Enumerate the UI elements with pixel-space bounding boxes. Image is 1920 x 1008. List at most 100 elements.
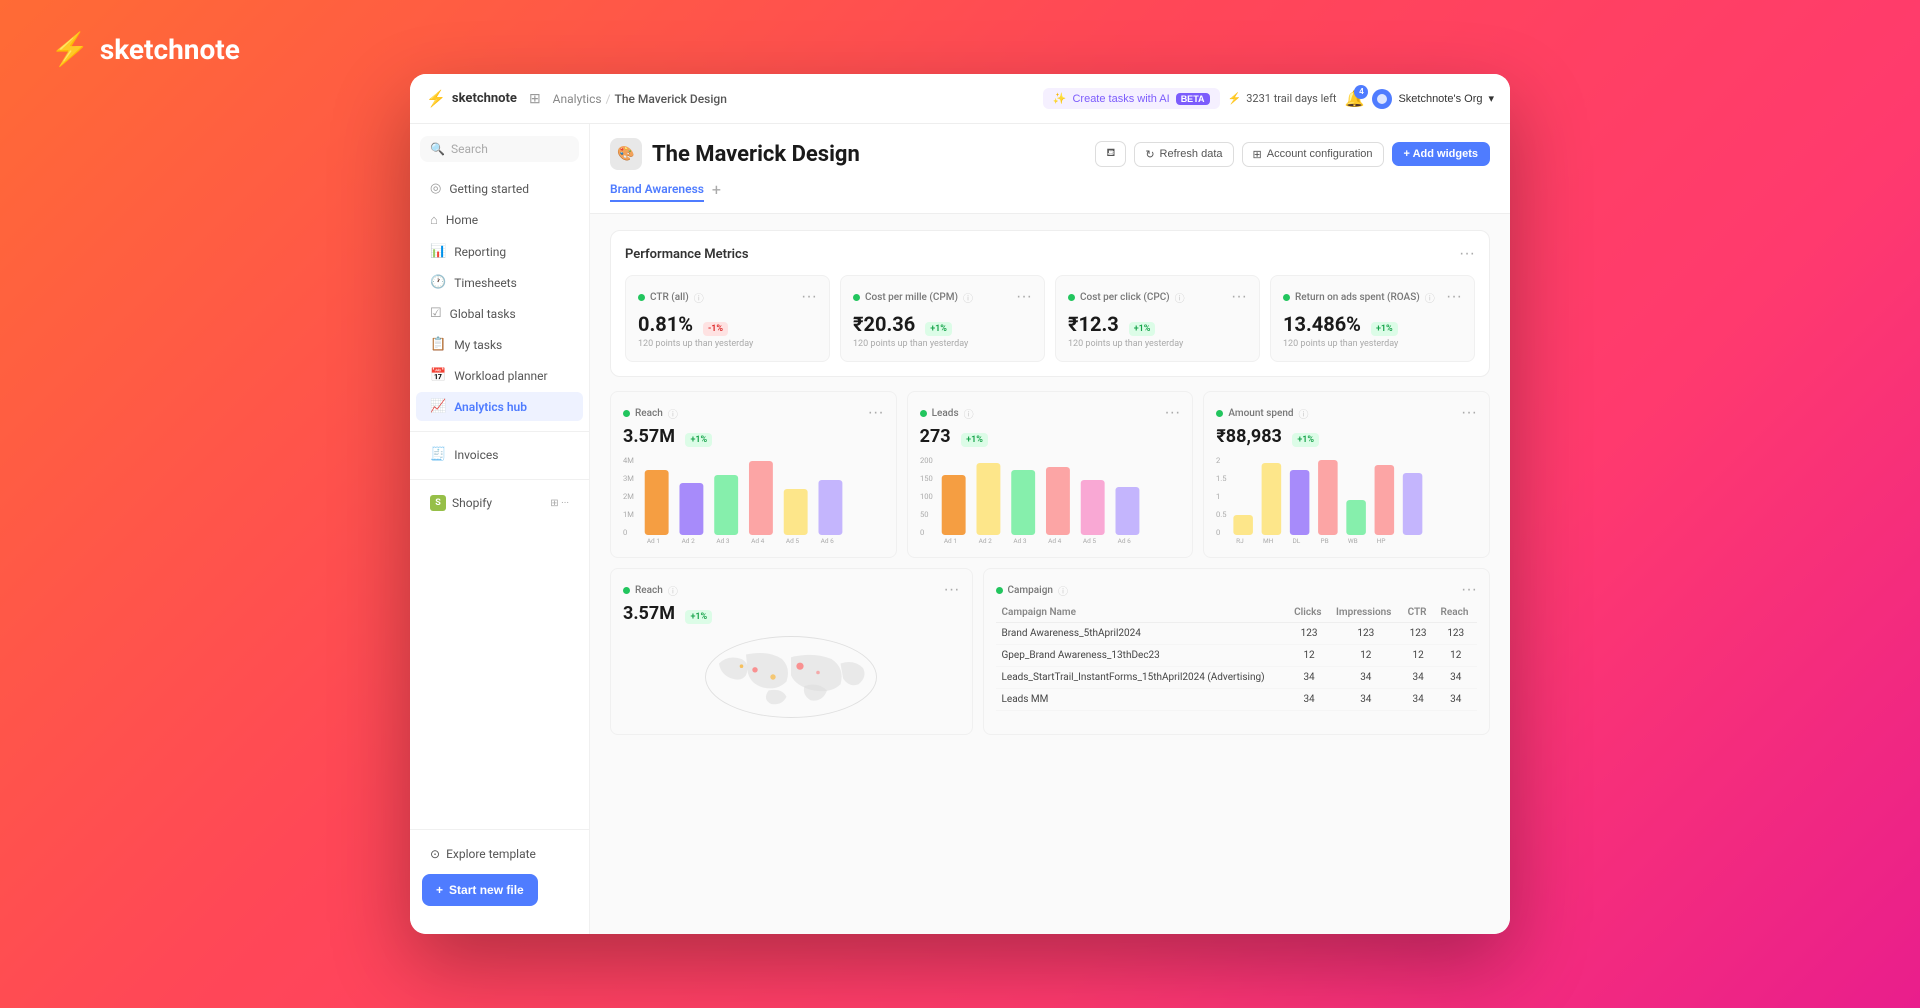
campaign-name-1: Gpep_Brand Awareness_13thDec23: [996, 645, 1289, 667]
refresh-data-button[interactable]: ↻ Refresh data: [1134, 142, 1233, 167]
metric-more-btn-2[interactable]: ···: [1231, 288, 1247, 306]
svg-text:Ad 1: Ad 1: [647, 537, 660, 545]
search-placeholder: Search: [451, 142, 488, 156]
metric-name-2: Cost per click (CPC): [1080, 292, 1170, 303]
svg-text:WB: WB: [1348, 537, 1358, 545]
my-tasks-label: My tasks: [454, 338, 502, 352]
svg-text:Ad 5: Ad 5: [1083, 537, 1097, 545]
tab-row: Brand Awareness +: [610, 180, 1490, 203]
explore-template-button[interactable]: ⊙ Explore template: [416, 840, 583, 868]
reach-more-button[interactable]: ···: [868, 404, 884, 422]
campaign-reach-1: 12: [1435, 645, 1477, 667]
notification-button[interactable]: 🔔 4: [1345, 89, 1365, 109]
campaign-more-button[interactable]: ···: [1461, 581, 1477, 599]
metric-more-btn-3[interactable]: ···: [1446, 288, 1462, 306]
refresh-label: Refresh data: [1160, 148, 1223, 160]
sidebar-item-workload-planner[interactable]: 📅 Workload planner: [416, 361, 583, 390]
create-tasks-label: Create tasks with AI: [1072, 93, 1169, 105]
org-avatar: [1372, 89, 1392, 109]
start-new-label: Start new file: [449, 883, 524, 897]
add-widgets-label: + Add widgets: [1404, 148, 1478, 160]
filter-button[interactable]: ⛾: [1095, 141, 1126, 167]
trail-info: ⚡ 3231 trail days left: [1228, 92, 1337, 105]
search-bar[interactable]: 🔍 Search: [420, 136, 579, 162]
sidebar-item-analytics-hub[interactable]: 📈 Analytics hub: [416, 392, 583, 421]
reach-chart-card: Reach ⓘ ··· 3.57M +1% 4M: [610, 391, 897, 558]
reach-label: Reach: [635, 408, 663, 419]
col-clicks: Clicks: [1288, 603, 1330, 623]
svg-text:4M: 4M: [623, 456, 634, 465]
config-label: Account configuration: [1267, 148, 1373, 160]
metric-more-btn-1[interactable]: ···: [1016, 288, 1032, 306]
campaign-impressions-1: 12: [1330, 645, 1402, 667]
campaign-name-2: Leads_StartTrail_InstantForms_15thApril2…: [996, 667, 1289, 689]
sparkle-icon: ✨: [1053, 92, 1067, 105]
header-actions: ⛾ ↻ Refresh data ⊞ Account configuration…: [1095, 141, 1490, 167]
bottom-row: Reach ⓘ ··· 3.57M +1%: [610, 568, 1490, 735]
metric-header-2: Cost per click (CPC) ⓘ ···: [1068, 288, 1247, 306]
metric-name-1: Cost per mille (CPM): [865, 292, 958, 303]
amount-more-button[interactable]: ···: [1461, 404, 1477, 422]
sidebar-item-reporting[interactable]: 📊 Reporting: [416, 237, 583, 266]
reach-map-more-button[interactable]: ···: [944, 581, 960, 599]
campaign-clicks-0: 123: [1288, 623, 1330, 645]
metric-card-3: Return on ads spent (ROAS) ⓘ ··· 13.486%…: [1270, 275, 1475, 362]
performance-more-button[interactable]: ···: [1459, 245, 1475, 263]
shopify-more-icon[interactable]: ⊞ ···: [550, 498, 569, 509]
metric-more-btn-0[interactable]: ···: [801, 288, 817, 306]
breadcrumb-parent[interactable]: Analytics: [553, 92, 602, 106]
leads-chart-card: Leads ⓘ ··· 273 +1% 200 150: [907, 391, 1194, 558]
sidebar-item-global-tasks[interactable]: ☑ Global tasks: [416, 299, 583, 328]
tab-add-button[interactable]: +: [712, 180, 721, 203]
analytics-hub-icon: 📈: [430, 399, 446, 414]
sidebar-item-getting-started[interactable]: ◎ Getting started: [416, 174, 583, 203]
amount-dot: [1216, 410, 1223, 417]
sidebar-section-integrations: S Shopify ⊞ ···: [410, 479, 589, 518]
sidebar-item-invoices[interactable]: 🧾 Invoices: [416, 440, 583, 469]
reach-info-icon: ⓘ: [668, 406, 678, 421]
leads-more-button[interactable]: ···: [1164, 404, 1180, 422]
layout-icon[interactable]: ⊞: [529, 91, 541, 107]
add-widgets-button[interactable]: + Add widgets: [1392, 142, 1490, 166]
sidebar-item-timesheets[interactable]: 🕐 Timesheets: [416, 268, 583, 297]
campaign-table-row-1: Gpep_Brand Awareness_13thDec23 12 12 12 …: [996, 645, 1478, 667]
metric-label-3: Return on ads spent (ROAS) ⓘ: [1283, 290, 1435, 305]
topbar-actions: ✨ Create tasks with AI BETA ⚡ 3231 trail…: [1043, 88, 1494, 109]
amount-chart-area: 2 1.5 1 0.5 0: [1216, 455, 1477, 545]
svg-text:0: 0: [920, 528, 924, 537]
getting-started-label: Getting started: [449, 182, 529, 196]
reach-bar-chart: 4M 3M 2M 1M 0: [623, 455, 884, 545]
create-tasks-button[interactable]: ✨ Create tasks with AI BETA: [1043, 88, 1220, 109]
reach-chart-title: Reach ⓘ ···: [623, 404, 884, 422]
account-config-button[interactable]: ⊞ Account configuration: [1242, 142, 1384, 167]
analytics-hub-label: Analytics hub: [454, 400, 527, 414]
campaign-data-table: Campaign Name Clicks Impressions CTR Rea…: [996, 603, 1478, 711]
shopify-integration[interactable]: S Shopify ⊞ ···: [416, 488, 583, 518]
sidebar-item-home[interactable]: ⌂ Home: [416, 205, 583, 235]
svg-text:RJ: RJ: [1236, 537, 1244, 545]
leads-label: Leads: [932, 408, 959, 419]
metrics-grid: CTR (all) ⓘ ··· 0.81% -1% 120 points up …: [625, 275, 1475, 362]
svg-text:0.5: 0.5: [1216, 510, 1227, 519]
svg-text:50: 50: [920, 510, 929, 519]
reach-map-info-icon: ⓘ: [668, 583, 678, 598]
leads-value: 273 +1%: [920, 426, 1181, 447]
campaign-name-0: Brand Awareness_5thApril2024: [996, 623, 1289, 645]
svg-text:PB: PB: [1321, 537, 1329, 545]
svg-text:2M: 2M: [623, 492, 634, 501]
tab-brand-awareness[interactable]: Brand Awareness: [610, 182, 704, 202]
metric-header-1: Cost per mille (CPM) ⓘ ···: [853, 288, 1032, 306]
metric-badge-2: +1%: [1129, 322, 1156, 336]
workload-planner-icon: 📅: [430, 368, 446, 383]
plus-icon: +: [436, 883, 443, 897]
campaign-dot: [996, 587, 1003, 594]
breadcrumb-current: The Maverick Design: [615, 92, 727, 106]
start-new-file-button[interactable]: + Start new file: [422, 874, 538, 906]
campaign-table-row-3: Leads MM 34 34 34 34: [996, 689, 1478, 711]
reach-dot: [623, 410, 630, 417]
campaign-info-icon: ⓘ: [1058, 583, 1068, 598]
svg-text:1.5: 1.5: [1216, 474, 1227, 483]
sidebar-item-my-tasks[interactable]: 📋 My tasks: [416, 330, 583, 359]
org-button[interactable]: Sketchnote's Org ▾: [1372, 89, 1494, 109]
metric-info-icon-3: ⓘ: [1425, 290, 1435, 305]
